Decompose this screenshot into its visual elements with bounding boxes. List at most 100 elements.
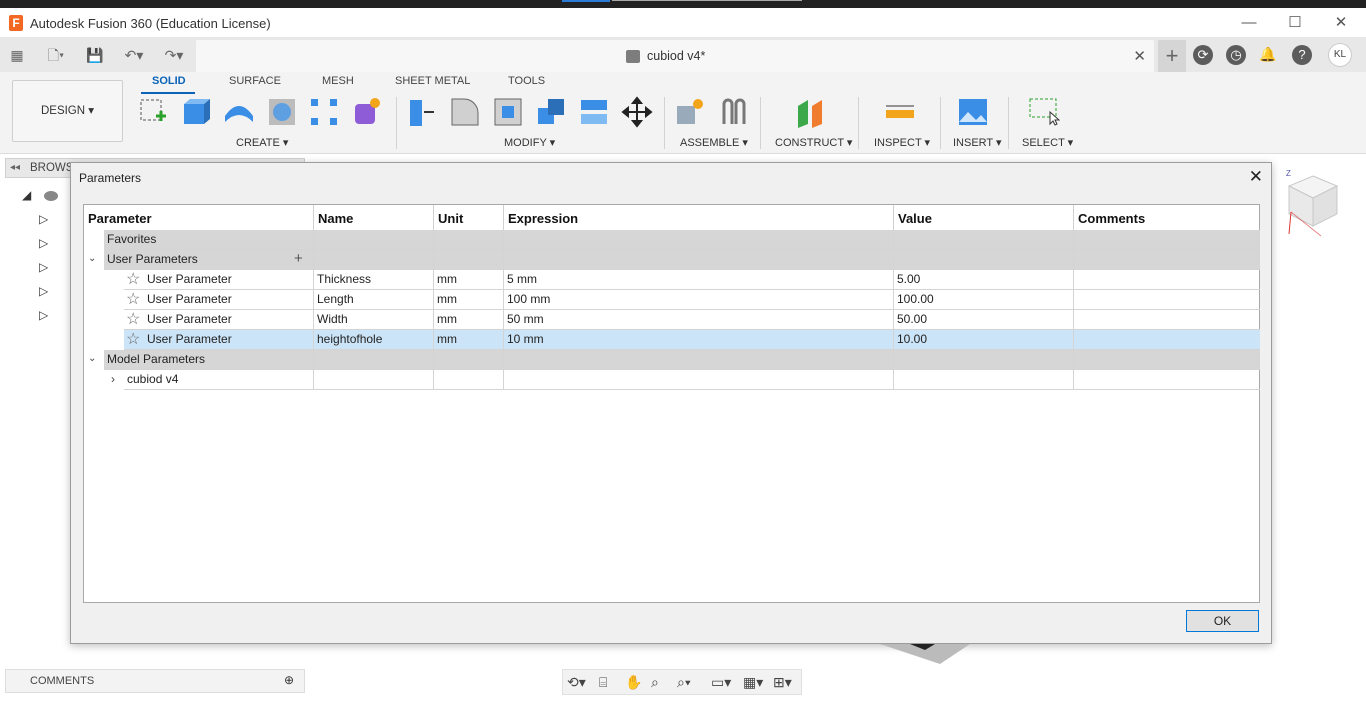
close-tab-icon[interactable]: ✕: [1133, 47, 1146, 65]
collapse-user-params-icon[interactable]: ⌄: [88, 253, 96, 264]
measure-icon[interactable]: [884, 96, 916, 128]
modify-menu[interactable]: MODIFY ▾: [504, 136, 555, 149]
job-status-icon[interactable]: ◷: [1226, 45, 1246, 65]
new-tab-icon[interactable]: +: [1158, 40, 1186, 72]
zoom-icon[interactable]: ⌕: [651, 674, 659, 691]
favorite-star-icon[interactable]: ☆: [126, 291, 140, 309]
param-expression[interactable]: 5 mm: [504, 270, 894, 290]
tab-sheet-metal[interactable]: SHEET METAL: [395, 75, 470, 87]
browser-expand-icon[interactable]: ▷: [39, 260, 48, 274]
param-name[interactable]: heightofhole: [314, 330, 434, 350]
maximize-button[interactable]: ☐: [1284, 13, 1306, 33]
expand-component-icon[interactable]: ›: [111, 372, 115, 386]
pattern-icon[interactable]: [308, 96, 340, 128]
param-comments[interactable]: [1074, 330, 1260, 350]
favorite-star-icon[interactable]: ☆: [126, 331, 140, 349]
favorites-row[interactable]: Favorites: [104, 230, 1260, 250]
table-row[interactable]: ☆ User Parameter Length mm 100 mm 100.00: [124, 290, 1260, 310]
joint-icon[interactable]: [718, 96, 750, 128]
browser-expand-icon[interactable]: ▷: [39, 284, 48, 298]
user-avatar[interactable]: KL: [1328, 43, 1352, 67]
extrude-icon[interactable]: [180, 96, 212, 128]
add-comment-icon[interactable]: ⊕: [284, 673, 294, 687]
col-header-expression[interactable]: Expression: [504, 205, 894, 230]
new-component-icon[interactable]: [674, 96, 706, 128]
param-name[interactable]: Length: [314, 290, 434, 310]
tab-tools[interactable]: TOOLS: [508, 75, 545, 87]
param-comments[interactable]: [1074, 270, 1260, 290]
favorite-star-icon[interactable]: ☆: [126, 271, 140, 289]
param-comments[interactable]: [1074, 290, 1260, 310]
param-name[interactable]: Width: [314, 310, 434, 330]
param-unit[interactable]: mm: [434, 310, 504, 330]
ok-button[interactable]: OK: [1186, 610, 1259, 632]
notifications-icon[interactable]: 🔔: [1259, 46, 1277, 62]
browser-expand-icon[interactable]: ▷: [39, 212, 48, 226]
param-expression[interactable]: 10 mm: [504, 330, 894, 350]
browser-root-toggle-icon[interactable]: ◢: [22, 188, 31, 202]
col-header-comments[interactable]: Comments: [1074, 205, 1260, 230]
tab-mesh[interactable]: MESH: [322, 75, 354, 87]
close-window-button[interactable]: ✕: [1330, 13, 1352, 33]
minimize-button[interactable]: —: [1238, 13, 1260, 33]
table-row-selected[interactable]: ☆ User Parameter heightofhole mm 10 mm 1…: [124, 330, 1260, 350]
app-grid-icon[interactable]: ▦: [8, 47, 26, 63]
look-at-icon[interactable]: ⌸: [599, 674, 607, 691]
combine-icon[interactable]: [535, 96, 567, 128]
fit-icon[interactable]: ⌕▾: [677, 674, 691, 691]
dialog-close-button[interactable]: ✕: [1249, 167, 1263, 187]
offset-plane-icon[interactable]: [794, 96, 826, 128]
param-expression[interactable]: 100 mm: [504, 290, 894, 310]
revolve-icon[interactable]: [223, 96, 255, 128]
browser-expand-icon[interactable]: ▷: [39, 236, 48, 250]
table-row[interactable]: ☆ User Parameter Thickness mm 5 mm 5.00: [124, 270, 1260, 290]
create-sketch-icon[interactable]: [138, 96, 170, 128]
favorite-star-icon[interactable]: ☆: [126, 311, 140, 329]
param-unit[interactable]: mm: [434, 290, 504, 310]
insert-menu[interactable]: INSERT ▾: [953, 136, 1002, 149]
move-icon[interactable]: [621, 96, 653, 128]
viewcube[interactable]: Z: [1285, 168, 1341, 238]
tab-surface[interactable]: SURFACE: [229, 75, 281, 87]
browser-expand-icon[interactable]: ▷: [39, 308, 48, 322]
offset-face-icon[interactable]: [578, 96, 610, 128]
file-menu-icon[interactable]: 🗋▾: [42, 47, 70, 63]
grid-settings-icon[interactable]: ▦▾: [743, 674, 763, 691]
add-parameter-icon[interactable]: +: [294, 250, 303, 267]
viewports-icon[interactable]: ⊞▾: [773, 674, 792, 691]
param-unit[interactable]: mm: [434, 330, 504, 350]
collapse-model-params-icon[interactable]: ⌄: [88, 353, 96, 364]
col-header-parameter[interactable]: Parameter: [84, 205, 314, 230]
workspace-switcher[interactable]: DESIGN ▾: [12, 80, 123, 142]
col-header-value[interactable]: Value: [894, 205, 1074, 230]
window-select-icon[interactable]: [1028, 96, 1060, 128]
param-expression[interactable]: 50 mm: [504, 310, 894, 330]
shell-icon[interactable]: [492, 96, 524, 128]
save-icon[interactable]: 💾: [86, 47, 104, 63]
assemble-menu[interactable]: ASSEMBLE ▾: [680, 136, 748, 149]
visibility-eye-icon[interactable]: [44, 191, 58, 201]
orbit-icon[interactable]: ⟲▾: [567, 674, 586, 691]
document-tab[interactable]: cubiod v4* ✕: [196, 40, 1154, 72]
select-menu[interactable]: SELECT ▾: [1022, 136, 1073, 149]
param-comments[interactable]: [1074, 310, 1260, 330]
pan-icon[interactable]: ✋: [625, 674, 642, 691]
display-settings-icon[interactable]: ▭▾: [711, 674, 731, 691]
user-parameters-row[interactable]: ⌄ User Parameters +: [88, 250, 1260, 270]
inspect-menu[interactable]: INSPECT ▾: [874, 136, 930, 149]
construct-menu[interactable]: CONSTRUCT ▾: [775, 136, 852, 149]
extensions-icon[interactable]: ⟳: [1193, 45, 1213, 65]
redo-icon[interactable]: ↷▾: [160, 47, 188, 63]
insert-canvas-icon[interactable]: [957, 96, 989, 128]
table-row[interactable]: ☆ User Parameter Width mm 50 mm 50.00: [124, 310, 1260, 330]
comments-panel[interactable]: COMMENTS ⊕: [5, 669, 305, 693]
col-header-name[interactable]: Name: [314, 205, 434, 230]
tab-solid[interactable]: SOLID: [152, 75, 186, 87]
press-pull-icon[interactable]: [406, 96, 438, 128]
create-menu[interactable]: CREATE ▾: [236, 136, 288, 149]
model-component-row[interactable]: › cubiod v4: [111, 370, 1260, 390]
undo-icon[interactable]: ↶▾: [120, 47, 148, 63]
help-icon[interactable]: ?: [1292, 45, 1312, 65]
col-header-unit[interactable]: Unit: [434, 205, 504, 230]
param-name[interactable]: Thickness: [314, 270, 434, 290]
